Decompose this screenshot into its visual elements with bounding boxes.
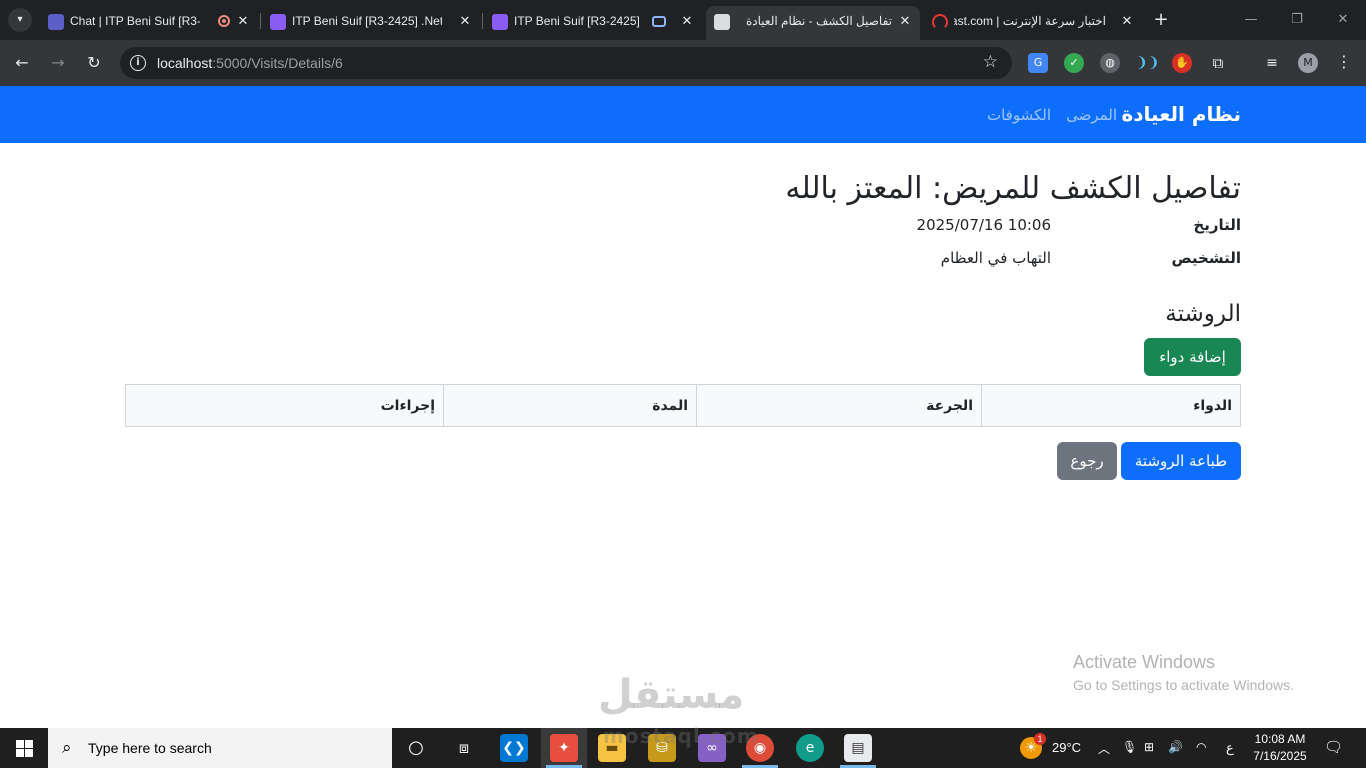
tab-title: ITP Beni Suif [R3-2425] .Net [292, 14, 442, 28]
date-value: 2025/07/16 10:06 [916, 216, 1051, 234]
tab-itp-2[interactable]: ITP Beni Suif [R3-2425] .I ✕ [484, 6, 702, 40]
back-arrow-icon[interactable]: ← [10, 51, 34, 75]
clock-time: 10:08 AM [1254, 732, 1306, 746]
profile-avatar[interactable]: M [1298, 53, 1318, 73]
diagnosis-value: التهاب في العظام [940, 249, 1051, 267]
globe-extension-icon[interactable]: ◍ [1100, 53, 1120, 73]
close-tab-icon[interactable]: ✕ [678, 12, 696, 30]
tab-fast[interactable]: اختبار سرعة الإنترنت | Fast.com ✕ [924, 6, 1142, 40]
column-header-dosage: الجرعة [696, 384, 982, 427]
app-navbar: نظام العيادة المرضى الكشوفات [0, 86, 1366, 143]
vscode-icon[interactable]: ❮❯ [500, 734, 528, 762]
diagnosis-label: التشخيص [1171, 249, 1241, 267]
teams-icon [48, 14, 64, 30]
weather-temperature[interactable]: 29°C [1052, 740, 1081, 755]
media-control-icon[interactable]: ≡ [1262, 53, 1282, 73]
app-window-icon[interactable]: ▤ [844, 734, 872, 762]
recording-icon [218, 15, 230, 27]
nav-visits-link[interactable]: الكشوفات [987, 106, 1051, 124]
browser-menu-icon[interactable]: ⋮ [1336, 52, 1352, 71]
audio-extension-icon[interactable]: ❩❩ [1136, 53, 1159, 73]
adblock-extension-icon[interactable]: ✋ [1172, 53, 1192, 73]
page-title: تفاصيل الكشف للمريض: المعتز بالله [785, 171, 1241, 206]
tab-divider [260, 13, 261, 29]
wifi-icon[interactable]: ◠ [1196, 740, 1206, 754]
browser-tab-strip: ▾ Chat | ITP Beni Suif [R3-2 ✕ ITP Beni … [0, 0, 1366, 40]
reload-icon[interactable]: ↻ [82, 51, 106, 75]
close-tab-icon[interactable]: ✕ [234, 12, 252, 30]
nav-patients-link[interactable]: المرضى [1066, 106, 1117, 124]
edge-icon[interactable]: e [796, 734, 824, 762]
tab-title: ITP Beni Suif [R3-2425] .I [514, 14, 644, 28]
tab-chat[interactable]: Chat | ITP Beni Suif [R3-2 ✕ [40, 6, 258, 40]
tab-title: Chat | ITP Beni Suif [R3-2 [70, 14, 200, 28]
activate-windows-notice: Activate Windows Go to Settings to activ… [1073, 652, 1294, 693]
taskbar-search-placeholder: Type here to search [88, 740, 212, 756]
back-button[interactable]: رجوع [1057, 442, 1117, 480]
tab-itp-net[interactable]: ITP Beni Suif [R3-2425] .Net ✕ [262, 6, 480, 40]
app-brand[interactable]: نظام العيادة [1121, 102, 1241, 126]
speedometer-icon [932, 14, 948, 30]
taskbar-search-input[interactable]: ⌕ Type here to search [48, 728, 392, 768]
restore-icon[interactable]: ❐ [1282, 8, 1312, 32]
print-prescription-button[interactable]: طباعة الروشتة [1121, 442, 1241, 480]
close-tab-icon[interactable]: ✕ [456, 12, 474, 30]
new-tab-button[interactable]: + [1150, 9, 1172, 31]
close-tab-icon[interactable]: ✕ [1118, 12, 1136, 30]
close-tab-icon[interactable]: ✕ [896, 12, 914, 30]
column-header-duration: المدة [443, 384, 697, 427]
watermark-url: mostaql.com [603, 724, 759, 748]
column-header-medicine: الدواء [981, 384, 1241, 427]
network-icon[interactable]: ⊞ [1144, 740, 1154, 754]
search-icon: ⌕ [62, 738, 72, 758]
volume-icon[interactable]: 🔊 [1168, 740, 1183, 754]
puzzle-extensions-icon[interactable]: ⧉ [1208, 53, 1228, 73]
video-icon [492, 14, 508, 30]
microphone-icon[interactable]: 🎙 [1122, 740, 1137, 754]
tray-chevron-icon[interactable]: ︿ [1098, 740, 1110, 757]
minimize-icon[interactable]: — [1236, 8, 1266, 32]
language-indicator[interactable]: ع [1226, 740, 1234, 756]
address-bar[interactable]: i localhost:5000/Visits/Details/6 ☆ [120, 47, 1012, 79]
url-text[interactable]: localhost:5000/Visits/Details/6 [157, 55, 343, 71]
windows-start-icon[interactable] [0, 728, 48, 768]
task-view-icon[interactable]: ⧈ [450, 734, 478, 762]
site-info-icon[interactable]: i [130, 55, 146, 71]
cortana-icon[interactable]: ○ [402, 734, 430, 762]
postman-icon[interactable]: ✦ [550, 734, 578, 762]
bookmark-star-icon[interactable]: ☆ [983, 52, 998, 72]
tab-divider [482, 13, 483, 29]
activate-windows-subtitle: Go to Settings to activate Windows. [1073, 677, 1294, 693]
video-icon [270, 14, 286, 30]
page-icon [714, 14, 730, 30]
tab-search-button[interactable]: ▾ [8, 8, 32, 32]
forward-arrow-icon[interactable]: → [46, 51, 70, 75]
browser-toolbar: ← → ↻ i localhost:5000/Visits/Details/6 … [0, 40, 1366, 86]
screen-share-icon [652, 16, 666, 27]
tab-title: اختبار سرعة الإنترنت | Fast.com [954, 14, 1106, 28]
prescription-table: الدواء الجرعة المدة إجراءات [125, 384, 1241, 427]
date-label: التاريخ [1193, 216, 1241, 234]
close-window-icon[interactable]: ✕ [1328, 8, 1358, 32]
watermark-logo: مستقل [598, 672, 745, 718]
notifications-icon[interactable]: 🗨 [1324, 738, 1343, 756]
table-header-row: الدواء الجرعة المدة إجراءات [125, 384, 1241, 427]
add-medicine-button[interactable]: إضافة دواء [1144, 338, 1241, 376]
tab-title: تفاصيل الكشف - نظام العيادة [746, 14, 892, 28]
clock-date: 7/16/2025 [1253, 749, 1307, 763]
prescription-title: الروشتة [1165, 301, 1241, 327]
tab-visit-details[interactable]: تفاصيل الكشف - نظام العيادة ✕ [706, 6, 920, 40]
weather-badge: 1 [1034, 733, 1046, 745]
activate-windows-title: Activate Windows [1073, 652, 1216, 672]
taskbar-clock[interactable]: 10:08 AM 7/16/2025 [1248, 731, 1312, 765]
column-header-actions: إجراءات [125, 384, 444, 427]
translate-extension-icon[interactable]: G [1028, 53, 1048, 73]
shield-extension-icon[interactable]: ✓ [1064, 53, 1084, 73]
